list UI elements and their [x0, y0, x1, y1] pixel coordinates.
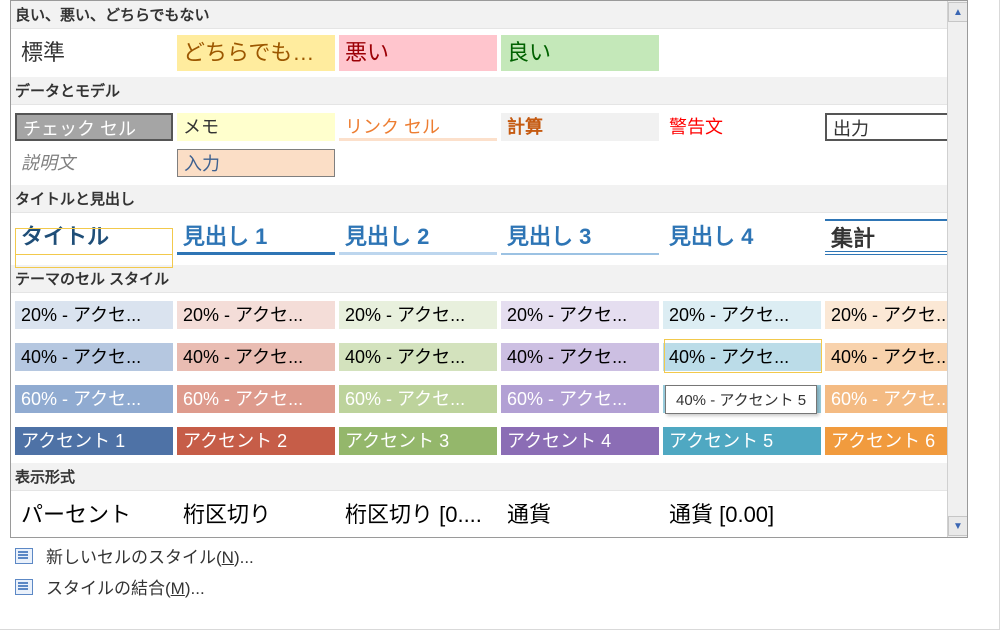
- style-percent[interactable]: パーセント: [15, 497, 173, 533]
- style-memo[interactable]: メモ: [177, 113, 335, 141]
- style-check-cell[interactable]: チェック セル: [15, 113, 173, 141]
- accent-40-1[interactable]: 40% - アクセ...: [15, 343, 173, 371]
- style-normal[interactable]: 標準: [15, 35, 173, 71]
- section-header-theme: テーマのセル スタイル: [11, 265, 967, 293]
- style-bad[interactable]: 悪い: [339, 35, 497, 71]
- accent-40-4[interactable]: 40% - アクセ...: [501, 343, 659, 371]
- gallery-footer: 新しいセルのスタイル(N)... スタイルの結合(M)...: [10, 540, 970, 602]
- accent-60-1[interactable]: 60% - アクセ...: [15, 385, 173, 413]
- style-calc[interactable]: 計算: [501, 113, 659, 141]
- style-neutral[interactable]: どちらでもない: [177, 35, 335, 71]
- accent-40-5[interactable]: 40% - アクセ...: [663, 343, 821, 371]
- accent-60-3[interactable]: 60% - アクセ...: [339, 385, 497, 413]
- grid-format: パーセント 桁区切り 桁区切り [0.... 通貨 通貨 [0.00]: [11, 491, 967, 538]
- scroll-up-icon[interactable]: ▲: [948, 2, 968, 22]
- accent-hover-tooltip: 40% - アクセント 5: [665, 385, 817, 414]
- accent-100-4[interactable]: アクセント 4: [501, 427, 659, 455]
- style-heading3[interactable]: 見出し 3: [501, 219, 659, 255]
- accent-20-3[interactable]: 20% - アクセ...: [339, 301, 497, 329]
- style-input[interactable]: 入力: [177, 149, 335, 177]
- new-cell-style-button[interactable]: 新しいセルのスタイル(N)...: [10, 540, 970, 571]
- grid-theme: 20% - アクセ...20% - アクセ...20% - アクセ...20% …: [11, 293, 967, 463]
- section-header-titles: タイトルと見出し: [11, 185, 967, 213]
- accent-100-1[interactable]: アクセント 1: [15, 427, 173, 455]
- style-heading2[interactable]: 見出し 2: [339, 219, 497, 255]
- accent-100-5[interactable]: アクセント 5: [663, 427, 821, 455]
- style-warning[interactable]: 警告文: [663, 113, 821, 141]
- grid-data-model: チェック セル メモ リンク セル 計算 警告文 出力 説明文 入力: [11, 105, 967, 185]
- grid-good-bad: 標準 どちらでもない 悪い 良い: [11, 29, 967, 77]
- cell-styles-gallery: 良い、悪い、どちらでもない 標準 どちらでもない 悪い 良い データとモデル チ…: [10, 0, 968, 538]
- accent-100-2[interactable]: アクセント 2: [177, 427, 335, 455]
- accent-20-1[interactable]: 20% - アクセ...: [15, 301, 173, 329]
- style-title[interactable]: タイトル: [15, 219, 173, 255]
- merge-style-icon: [14, 578, 34, 596]
- style-good[interactable]: 良い: [501, 35, 659, 71]
- new-cell-style-label: 新しいセルのスタイル(N)...: [46, 543, 254, 568]
- accent-100-3[interactable]: アクセント 3: [339, 427, 497, 455]
- accent-20-5[interactable]: 20% - アクセ...: [663, 301, 821, 329]
- merge-style-button[interactable]: スタイルの結合(M)...: [10, 571, 970, 602]
- style-thousands-0[interactable]: 桁区切り [0....: [339, 497, 497, 533]
- scroll-down-icon[interactable]: ▼: [948, 516, 968, 536]
- grid-titles: タイトル 見出し 1 見出し 2 見出し 3 見出し 4 集計: [11, 213, 967, 265]
- section-header-data-model: データとモデル: [11, 77, 967, 105]
- accent-40-3[interactable]: 40% - アクセ...: [339, 343, 497, 371]
- new-style-icon: [14, 547, 34, 565]
- style-currency-0-00[interactable]: 通貨 [0.00]: [663, 497, 821, 533]
- accent-40-2[interactable]: 40% - アクセ...: [177, 343, 335, 371]
- style-thousands[interactable]: 桁区切り: [177, 497, 335, 533]
- merge-style-label: スタイルの結合(M)...: [46, 574, 205, 599]
- style-explain[interactable]: 説明文: [15, 149, 173, 177]
- accent-20-2[interactable]: 20% - アクセ...: [177, 301, 335, 329]
- section-header-good-bad: 良い、悪い、どちらでもない: [11, 1, 967, 29]
- style-heading4[interactable]: 見出し 4: [663, 219, 821, 255]
- style-heading1[interactable]: 見出し 1: [177, 219, 335, 255]
- style-currency[interactable]: 通貨: [501, 497, 659, 533]
- style-link-cell[interactable]: リンク セル: [339, 113, 497, 141]
- gallery-scrollbar[interactable]: ▲ ▼: [947, 1, 967, 537]
- accent-60-4[interactable]: 60% - アクセ...: [501, 385, 659, 413]
- accent-20-4[interactable]: 20% - アクセ...: [501, 301, 659, 329]
- accent-60-2[interactable]: 60% - アクセ...: [177, 385, 335, 413]
- section-header-format: 表示形式: [11, 463, 967, 491]
